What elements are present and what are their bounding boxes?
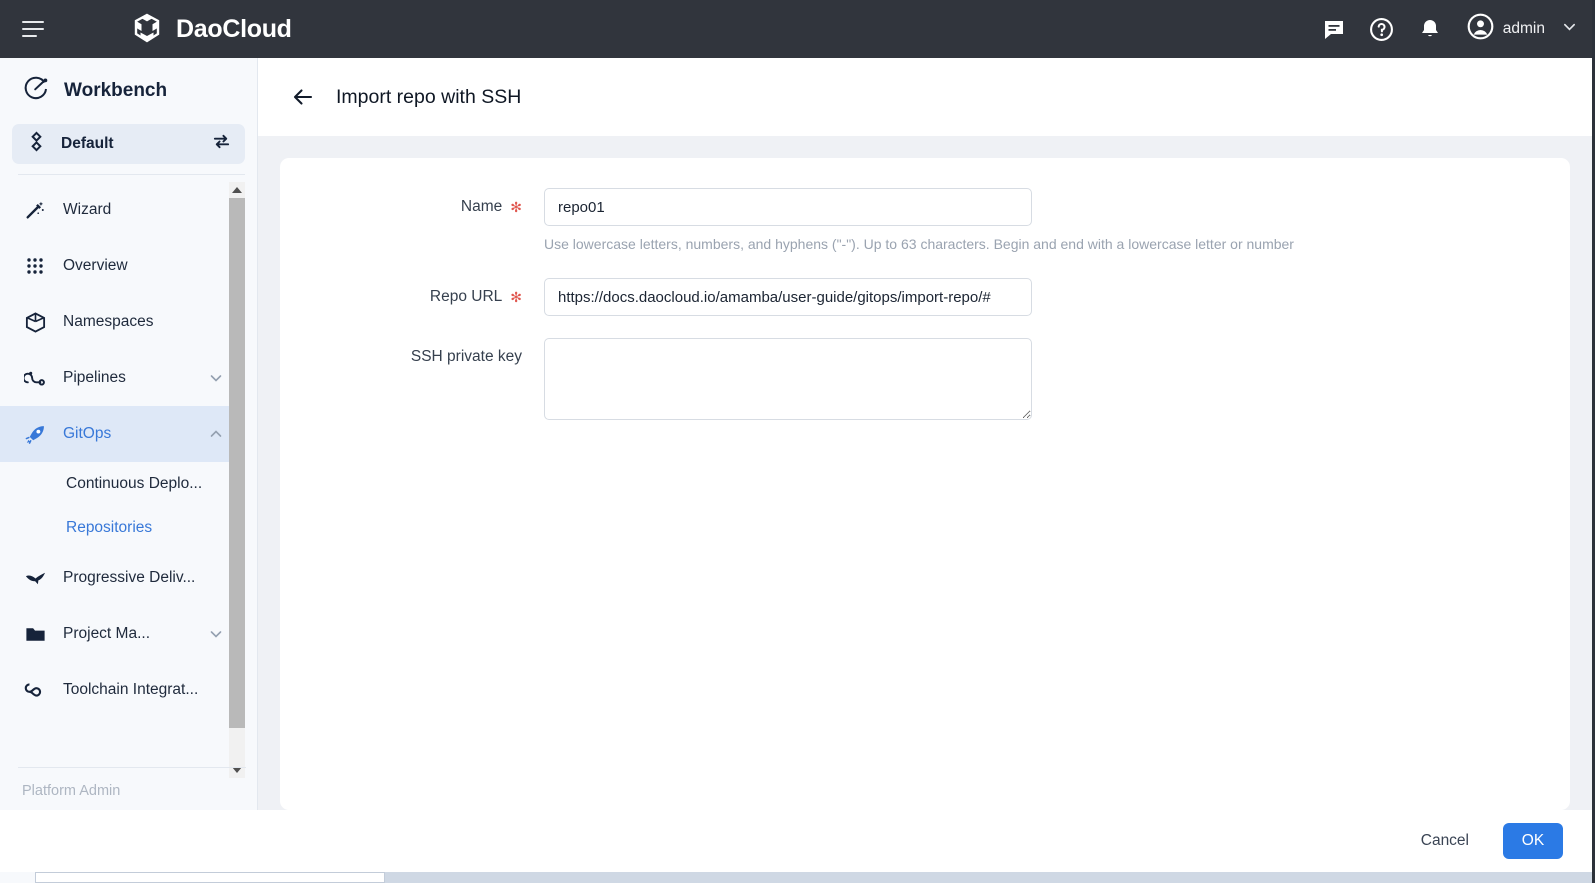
field-wrap-name: [544, 188, 1032, 226]
sidebar-item-toolchain-integration[interactable]: Toolchain Integrat...: [0, 662, 238, 718]
switch-arrows-icon[interactable]: [212, 132, 231, 156]
form-action-bar: Cancel OK: [0, 810, 1595, 872]
pipeline-icon: [22, 365, 48, 391]
chevron-down-icon: [208, 626, 224, 642]
context-selector-wrap: Default: [0, 124, 257, 164]
triangle-up-icon: [232, 187, 242, 193]
field-wrap-repo-url: [544, 278, 1032, 316]
sidebar-item-label: Namespaces: [63, 313, 154, 330]
wand-icon: [22, 197, 48, 223]
user-name: admin: [1502, 20, 1545, 37]
sidebar-subitem-label: Continuous Deplo...: [66, 475, 203, 492]
workbench-compass-icon: [22, 75, 50, 108]
page-title: Import repo with SSH: [336, 85, 522, 108]
top-navigation-bar: DaoCloud admin: [0, 0, 1595, 58]
field-label-group: SSH private key: [280, 338, 522, 376]
avatar: [1467, 13, 1494, 45]
name-hint-text: Use lowercase letters, numbers, and hyph…: [544, 236, 1294, 252]
chevron-up-icon: [208, 426, 224, 442]
sidebar-subitem-repositories[interactable]: Repositories: [0, 506, 238, 550]
topbar-actions: admin: [1321, 0, 1577, 58]
context-selector-default[interactable]: Default: [12, 124, 245, 164]
repo-url-input[interactable]: [544, 278, 1032, 316]
repo-url-label: Repo URL: [429, 288, 503, 305]
sidebar-item-label: Toolchain Integrat...: [63, 681, 199, 698]
ssh-private-key-label: SSH private key: [410, 348, 522, 365]
sidebar-item-label: Progressive Deliv...: [63, 569, 196, 586]
workbench-title: Workbench: [64, 80, 168, 101]
brand-logo-group[interactable]: DaoCloud: [130, 12, 292, 46]
hamburger-line: [22, 35, 37, 37]
sidebar-item-label: Pipelines: [63, 369, 126, 386]
sidebar-scrollbar-thumb[interactable]: [229, 198, 245, 728]
sidebar-scrollbar[interactable]: [229, 182, 245, 778]
sidebar-item-wizard[interactable]: Wizard: [0, 182, 238, 238]
hamburger-icon[interactable]: [22, 21, 44, 37]
cube-icon: [22, 309, 48, 335]
hamburger-line: [22, 28, 44, 30]
form-row-name: Name ✻: [280, 188, 1570, 226]
sidebar-section-label: Platform Admin: [22, 783, 121, 799]
sidebar-item-progressive-delivery[interactable]: Progressive Deliv...: [0, 550, 238, 606]
grid-dots-icon: [22, 253, 48, 279]
name-input[interactable]: [544, 188, 1032, 226]
form-card: Name ✻ Use lowercase letters, numbers, a…: [280, 158, 1570, 810]
horizontal-scrollbar[interactable]: [0, 872, 1595, 883]
form-row-repo-url: Repo URL ✻: [280, 278, 1570, 316]
sidebar-item-gitops[interactable]: GitOps: [0, 406, 238, 462]
page-header: Import repo with SSH: [258, 58, 1595, 136]
sidebar: Workbench Default Wizard Overview Namesp…: [0, 58, 258, 883]
cluster-icon: [26, 131, 47, 157]
context-label: Default: [61, 135, 114, 152]
message-icon[interactable]: [1321, 16, 1347, 42]
user-menu[interactable]: admin: [1467, 13, 1577, 45]
sidebar-item-project-management[interactable]: Project Ma...: [0, 606, 238, 662]
folder-icon: [22, 621, 48, 647]
sidebar-item-label: Project Ma...: [63, 625, 150, 642]
sidebar-nav-scroll: Wizard Overview Namespaces Pipelines Git…: [0, 182, 258, 778]
sidebar-item-label: GitOps: [63, 425, 112, 442]
sidebar-item-namespaces[interactable]: Namespaces: [0, 294, 238, 350]
field-wrap-ssh-private-key: [544, 338, 1032, 425]
arrow-left-icon[interactable]: [290, 84, 316, 110]
daocloud-cube-logo: [130, 12, 164, 46]
form-row-ssh-private-key: SSH private key: [280, 338, 1570, 425]
rocket-icon: [22, 421, 48, 447]
sidebar-item-pipelines[interactable]: Pipelines: [0, 350, 238, 406]
field-label-group: Repo URL ✻: [280, 278, 522, 316]
notifications-bell-icon[interactable]: [1417, 16, 1443, 42]
infinity-icon: [22, 677, 48, 703]
required-asterisk: ✻: [510, 289, 522, 305]
main-content: Import repo with SSH Name ✻ Use lowercas…: [258, 58, 1595, 883]
import-repo-form: Name ✻ Use lowercase letters, numbers, a…: [280, 158, 1570, 425]
brand-name: DaoCloud: [176, 14, 292, 43]
sidebar-item-label: Wizard: [63, 201, 112, 218]
ssh-private-key-textarea[interactable]: [544, 338, 1032, 420]
sidebar-nav-list: Wizard Overview Namespaces Pipelines Git…: [0, 182, 238, 718]
workbench-header[interactable]: Workbench: [0, 58, 257, 124]
bird-icon: [22, 565, 48, 591]
sidebar-divider-top: [18, 174, 245, 175]
cancel-button[interactable]: Cancel: [1415, 824, 1475, 858]
field-label-group: Name ✻: [280, 188, 522, 226]
sidebar-item-label: Overview: [63, 257, 128, 274]
chevron-down-icon: [208, 370, 224, 386]
sidebar-item-overview[interactable]: Overview: [0, 238, 238, 294]
required-asterisk: ✻: [510, 199, 522, 215]
horizontal-scrollbar-thumb[interactable]: [35, 872, 385, 883]
sidebar-subitem-continuous-deployment[interactable]: Continuous Deplo...: [0, 462, 238, 506]
ok-button[interactable]: OK: [1503, 823, 1563, 859]
scroll-up-button[interactable]: [229, 182, 245, 198]
sidebar-scrollbar-track[interactable]: [229, 198, 245, 762]
app-root: DaoCloud admin Workbench Default Wizard …: [0, 0, 1595, 883]
name-label: Name: [460, 198, 503, 215]
hamburger-line: [22, 21, 44, 23]
sidebar-subitem-label: Repositories: [66, 519, 153, 536]
help-icon[interactable]: [1369, 16, 1395, 42]
chevron-down-icon: [1562, 19, 1577, 39]
